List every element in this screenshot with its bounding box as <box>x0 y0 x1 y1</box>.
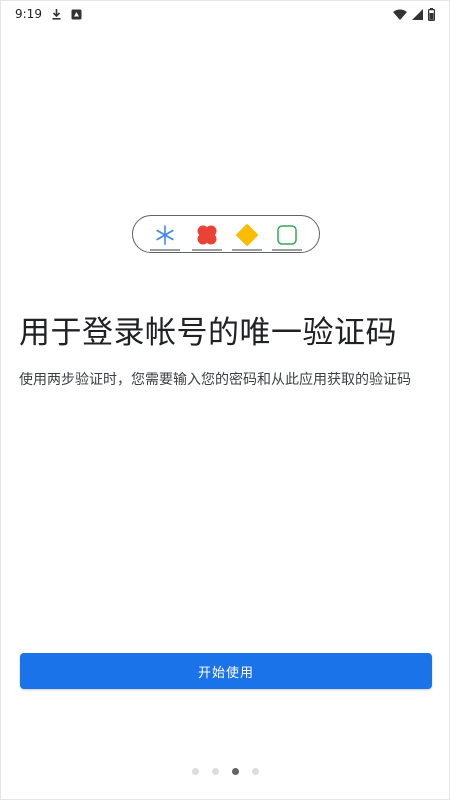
token-underline <box>192 249 222 251</box>
yellow-diamond-icon <box>236 224 258 246</box>
token-underline <box>272 249 302 251</box>
yellow-diamond-token <box>232 222 262 251</box>
asterisk-token <box>150 222 180 251</box>
green-square-icon <box>277 225 297 245</box>
verification-code-illustration <box>132 215 320 253</box>
page-dot-1[interactable] <box>191 768 199 775</box>
page-indicator <box>1 768 449 775</box>
green-square-token <box>272 222 302 251</box>
page-dot-4[interactable] <box>251 768 259 775</box>
page-description: 使用两步验证时，您需要输入您的密码和从此应用获取的验证码 <box>19 372 411 388</box>
get-started-button[interactable]: 开始使用 <box>20 653 432 689</box>
download-icon <box>51 8 62 20</box>
wifi-icon <box>393 9 407 20</box>
page-dot-3-active[interactable] <box>231 768 239 775</box>
notification-icon <box>71 9 82 20</box>
red-flower-token <box>192 222 222 251</box>
signal-icon <box>412 8 423 20</box>
status-bar: 9:19 <box>1 1 449 27</box>
asterisk-icon <box>156 225 174 245</box>
status-time: 9:19 <box>15 7 42 21</box>
status-bar-left: 9:19 <box>15 7 82 21</box>
status-bar-right <box>393 7 435 21</box>
token-underline <box>232 249 262 251</box>
token-underline <box>150 249 180 251</box>
red-flower-icon <box>197 225 217 245</box>
onboarding-screen: 9:19 用于登录帐号的唯一验证码 使用两步验证时，您需要输入您的密码和从此应用… <box>0 0 450 800</box>
page-title: 用于登录帐号的唯一验证码 <box>19 315 397 351</box>
page-dot-2[interactable] <box>211 768 219 775</box>
battery-icon <box>428 7 435 21</box>
